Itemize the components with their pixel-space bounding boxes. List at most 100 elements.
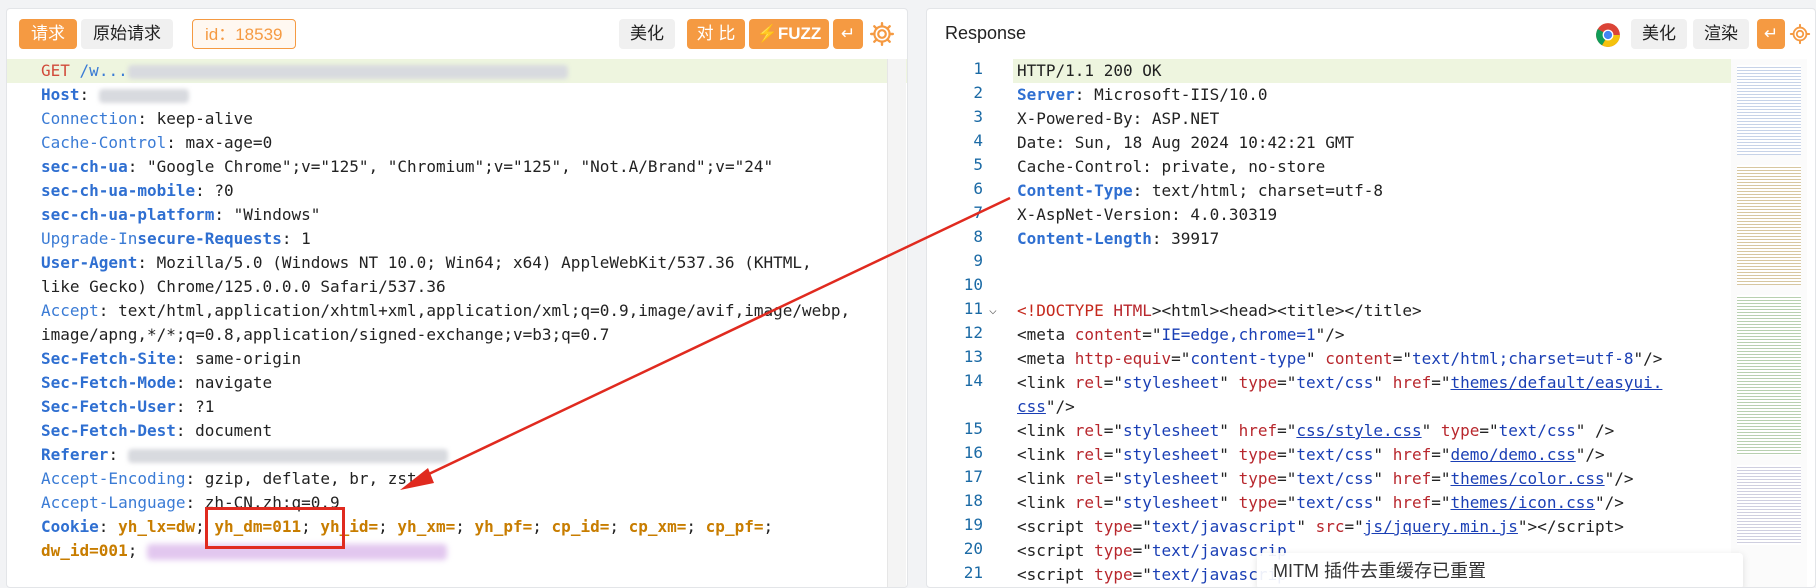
header-key: Sec-Fetch-Mode bbox=[41, 373, 176, 392]
header-accept-encoding: Accept-Encoding: gzip, deflate, br, zstd bbox=[41, 469, 427, 488]
cookie-pair: cp_pf= bbox=[705, 517, 764, 536]
html-doctype-line: <!DOCTYPE HTML><html><head><title></titl… bbox=[1017, 299, 1422, 323]
send-button[interactable]: ↵ bbox=[833, 19, 863, 49]
line-number: 7 bbox=[973, 203, 983, 222]
href-link[interactable]: themes/color.css bbox=[1450, 469, 1604, 488]
beautify-button[interactable]: 美化 bbox=[1631, 19, 1687, 49]
render-button[interactable]: 渲染 bbox=[1693, 19, 1749, 49]
attr-value: text/css bbox=[1296, 373, 1374, 392]
settings-gear-icon[interactable] bbox=[869, 21, 895, 47]
cookie-pair: yh_lx=dw bbox=[118, 517, 196, 536]
header-value: same-origin bbox=[195, 349, 302, 368]
tab-request[interactable]: 请求 bbox=[19, 19, 77, 49]
line-number: 15 bbox=[963, 419, 983, 438]
request-editor[interactable]: GET /w... Host: Connection: keep-alive C… bbox=[7, 59, 907, 587]
attr-value: content-type bbox=[1190, 349, 1306, 368]
line-number: 16 bbox=[963, 443, 983, 462]
cookie-pair: yh_xm= bbox=[397, 517, 456, 536]
beautify-button[interactable]: 美化 bbox=[619, 19, 675, 49]
attr-value: stylesheet bbox=[1122, 493, 1220, 512]
header-value: text/html; charset=utf-8 bbox=[1151, 181, 1384, 200]
href-link[interactable]: themes/default/easyui. bbox=[1450, 373, 1662, 392]
resp-header-cache-control: Cache-Control: private, no-store bbox=[1017, 157, 1326, 176]
send-button[interactable]: ↵ bbox=[1757, 19, 1785, 49]
href-link[interactable]: themes/icon.css bbox=[1450, 493, 1595, 512]
line-number: 17 bbox=[963, 467, 983, 486]
minimap-block bbox=[1737, 465, 1801, 545]
header-key: Sec-Fetch-Site bbox=[41, 349, 176, 368]
header-key: Content-Type bbox=[1017, 181, 1133, 200]
header-accept: Accept: text/html,application/xhtml+xml,… bbox=[41, 301, 851, 320]
header-key: Sec-Fetch-User bbox=[41, 397, 176, 416]
header-key-part: Upgrade-In bbox=[41, 229, 138, 248]
html-meta-line: <meta content="IE=edge,chrome=1"/> bbox=[1017, 325, 1345, 344]
header-host: Host: bbox=[41, 83, 189, 107]
line-number: 3 bbox=[973, 107, 983, 126]
header-value: image/apng,*/*;q=0.8,application/signed-… bbox=[41, 325, 610, 344]
attr-value: text/html;charset=utf-8 bbox=[1411, 349, 1634, 368]
highlight-box bbox=[205, 507, 345, 549]
header-key: Connection bbox=[41, 109, 138, 128]
attr-value: stylesheet bbox=[1122, 469, 1220, 488]
response-editor[interactable]: 1 2 3 4 5 6 7 8 9 10 11 ⌵ 12 13 14 15 16… bbox=[927, 59, 1815, 587]
header-key: Cache-Control bbox=[41, 133, 167, 152]
header-key: Referer bbox=[41, 445, 109, 464]
attr-value: stylesheet bbox=[1122, 373, 1220, 392]
compare-button[interactable]: 对 比 bbox=[687, 19, 745, 49]
header-key: Accept-Language bbox=[41, 493, 186, 512]
header-value: max-age=0 bbox=[185, 133, 273, 152]
request-path: /w... bbox=[79, 61, 128, 80]
attr-value: text/css bbox=[1498, 421, 1576, 440]
href-link[interactable]: js/jquery.min.js bbox=[1364, 517, 1518, 536]
doctype: <!DOCTYPE bbox=[1017, 301, 1104, 320]
header-key: Accept bbox=[41, 301, 99, 320]
html-script-line: <script type="text/javascrip bbox=[1017, 541, 1287, 560]
line-number: 8 bbox=[973, 227, 983, 246]
line-number: 21 bbox=[963, 563, 983, 582]
line-number: 5 bbox=[973, 155, 983, 174]
request-scrollbar[interactable] bbox=[887, 59, 906, 587]
html-link-line: <link rel="stylesheet" type="text/css" h… bbox=[1017, 373, 1663, 392]
header-value: keep-alive bbox=[156, 109, 253, 128]
header-value: document bbox=[195, 421, 273, 440]
header-key: sec-ch-ua-mobile bbox=[41, 181, 196, 200]
settings-gear-icon[interactable] bbox=[1789, 21, 1811, 47]
header-upgrade-insecure: Upgrade-Insecure-Requests: 1 bbox=[41, 229, 311, 248]
resp-header-server: Server: Microsoft-IIS/10.0 bbox=[1017, 85, 1268, 104]
fuzz-label: FUZZ bbox=[777, 24, 822, 43]
header-sec-ch-ua-mobile: sec-ch-ua-mobile: ?0 bbox=[41, 181, 234, 200]
header-sec-fetch-user: Sec-Fetch-User: ?1 bbox=[41, 397, 215, 416]
href-link[interactable]: css/style.css bbox=[1296, 421, 1421, 440]
minimap-block bbox=[1737, 295, 1801, 455]
cookie-pair: dw_id=001 bbox=[41, 541, 128, 560]
response-panel: Response 美化 渲染 ↵ 1 2 3 4 5 6 7 8 9 10 11… bbox=[926, 8, 1816, 588]
fuzz-button[interactable]: ⚡FUZZ bbox=[749, 19, 829, 49]
header-value: like Gecko) Chrome/125.0.0.0 Safari/537.… bbox=[41, 277, 446, 296]
header-value: text/html,application/xhtml+xml,applicat… bbox=[118, 301, 851, 320]
html-meta-line: <meta http-equiv="content-type" content=… bbox=[1017, 349, 1663, 368]
cookie-pair: cp_id= bbox=[551, 517, 610, 536]
html-link-line: <link rel="stylesheet" type="text/css" h… bbox=[1017, 469, 1634, 488]
line-number: 19 bbox=[963, 515, 983, 534]
cookie-pair: yh_pf= bbox=[474, 517, 533, 536]
line-number: 9 bbox=[973, 251, 983, 270]
resp-header-content-length: Content-Length: 39917 bbox=[1017, 229, 1220, 248]
href-link[interactable]: demo/demo.css bbox=[1450, 445, 1575, 464]
tab-raw-request[interactable]: 原始请求 bbox=[81, 19, 173, 49]
header-value: gzip, deflate, br, zstd bbox=[204, 469, 427, 488]
line-number: 10 bbox=[963, 275, 983, 294]
chrome-icon[interactable] bbox=[1595, 22, 1621, 48]
header-sec-ch-ua: sec-ch-ua: "Google Chrome";v="125", "Chr… bbox=[41, 157, 774, 176]
header-sec-fetch-dest: Sec-Fetch-Dest: document bbox=[41, 421, 273, 440]
fold-chevron-icon[interactable]: ⌵ bbox=[989, 299, 997, 323]
href-link[interactable]: css bbox=[1017, 397, 1046, 416]
header-user-agent: User-Agent: Mozilla/5.0 (Windows NT 10.0… bbox=[41, 253, 812, 272]
response-title: Response bbox=[945, 23, 1027, 43]
resp-header-powered-by: X-Powered-By: ASP.NET bbox=[1017, 109, 1220, 128]
attr-value: text/css bbox=[1296, 469, 1374, 488]
minimap[interactable] bbox=[1731, 59, 1807, 587]
resp-header-content-type: Content-Type: text/html; charset=utf-8 bbox=[1017, 181, 1384, 200]
attr-value: stylesheet bbox=[1122, 421, 1220, 440]
header-value: "Google Chrome";v="125", "Chromium";v="1… bbox=[146, 157, 774, 176]
attr-value: stylesheet bbox=[1122, 445, 1220, 464]
